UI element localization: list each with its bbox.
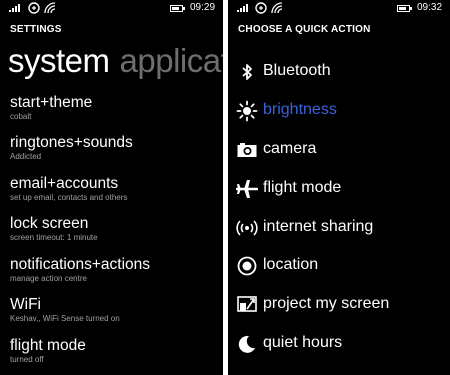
setting-subtitle: Addicted [10,152,42,161]
quick-action-bluetooth[interactable]: Bluetooth [236,59,448,85]
quick-action-screen: 09:32 CHOOSE A QUICK ACTION Bluetooth br… [228,0,450,375]
setting-label: flight mode [10,337,86,354]
camera-icon [237,143,257,157]
setting-lock-screen[interactable]: lock screen screen timeout: 1 minute [10,215,222,243]
quick-action-label: project my screen [263,295,390,312]
moon-icon [238,335,255,353]
quick-action-label: quiet hours [263,334,343,351]
brightness-icon [236,100,258,122]
setting-subtitle: Keshav,, WiFi Sense turned on [10,314,120,323]
location-icon [237,256,257,276]
quick-action-label: brightness [263,101,337,118]
bluetooth-icon [242,64,252,80]
setting-label: lock screen [10,215,89,232]
setting-subtitle: screen timeout: 1 minute [10,233,98,242]
setting-start-theme[interactable]: start+theme cobalt [10,94,222,122]
setting-label: notifications+actions [10,256,151,273]
wifi-icon [271,2,283,14]
pivot-tab-system[interactable]: system [8,42,110,79]
pivot-tab-applications[interactable]: applicat [120,42,223,79]
quick-action-brightness[interactable]: brightness [236,98,448,124]
setting-ringtones-sounds[interactable]: ringtones+sounds Addicted [10,134,222,162]
quick-action-label: Bluetooth [263,62,331,79]
signal-strength-icon [9,4,21,12]
battery-icon [397,5,412,12]
data-connection-icon [255,2,267,14]
setting-subtitle: turned off [10,355,44,364]
setting-wifi[interactable]: WiFi Keshav,, WiFi Sense turned on [10,296,222,324]
quick-action-camera[interactable]: camera [236,137,448,163]
signal-strength-icon [237,4,249,12]
page-header: CHOOSE A QUICK ACTION [238,24,371,35]
setting-subtitle: set up email, contacts and others [10,193,128,202]
quick-action-location[interactable]: location [236,253,448,279]
status-time: 09:32 [417,2,443,13]
wifi-icon [44,2,56,14]
quick-action-label: internet sharing [263,218,374,235]
setting-subtitle: cobalt [10,112,32,121]
page-header: SETTINGS [10,24,62,35]
pivot-header: system applicat [8,42,223,80]
setting-label: WiFi [10,296,41,313]
quick-action-internet-sharing[interactable]: internet sharing [236,215,448,241]
quick-action-project-my-screen[interactable]: project my screen [236,292,448,318]
quick-action-label: camera [263,140,317,157]
setting-label: email+accounts [10,175,119,192]
setting-email-accounts[interactable]: email+accounts set up email, contacts an… [10,175,222,203]
project-screen-icon [237,296,257,312]
setting-subtitle: manage action centre [10,274,87,283]
status-bar: 09:29 [0,0,223,16]
quick-action-label: flight mode [263,179,342,196]
status-time: 09:29 [190,2,216,13]
quick-action-quiet-hours[interactable]: quiet hours [236,331,448,357]
battery-icon [170,5,185,12]
data-connection-icon [28,2,40,14]
setting-label: start+theme [10,94,93,111]
quick-action-flight-mode[interactable]: flight mode [236,176,448,202]
internet-sharing-icon [236,220,258,236]
setting-notifications-actions[interactable]: notifications+actions manage action cent… [10,256,222,284]
quick-action-label: location [263,256,319,273]
setting-label: ringtones+sounds [10,134,133,151]
settings-screen: 09:29 SETTINGS system applicat start+them… [0,0,223,375]
status-bar: 09:32 [228,0,450,16]
airplane-icon [236,180,258,198]
setting-flight-mode[interactable]: flight mode turned off [10,337,222,365]
